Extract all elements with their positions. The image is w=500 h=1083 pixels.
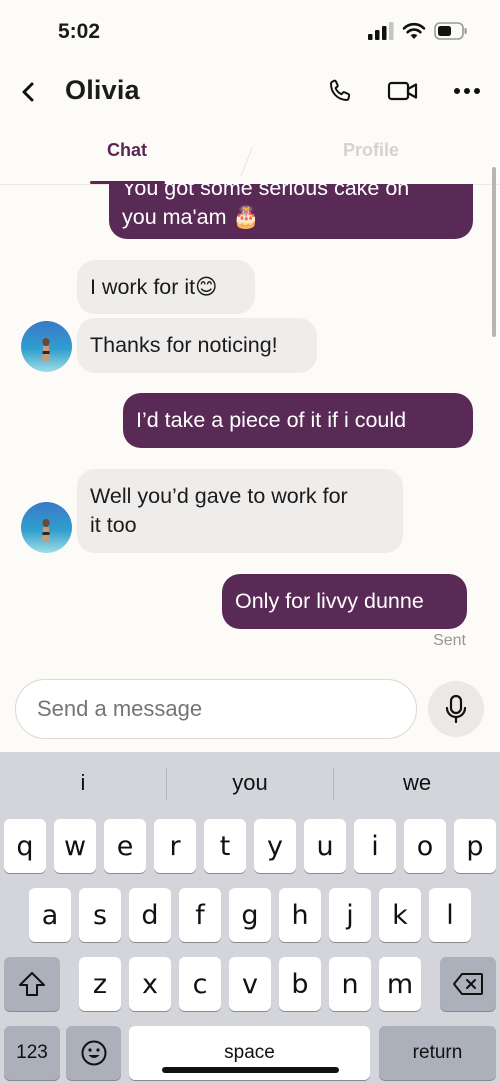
message-text-line: it too — [90, 513, 137, 537]
key-u[interactable]: u — [304, 819, 346, 873]
return-key[interactable]: return — [379, 1026, 496, 1080]
message-thread[interactable]: You got some serious cake on you ma'am 🎂… — [0, 184, 500, 660]
incoming-message[interactable]: Well you’d gave to work for it too — [77, 469, 403, 553]
incoming-message[interactable]: Thanks for noticing! — [77, 318, 317, 373]
key-w[interactable]: w — [54, 819, 96, 873]
backspace-key[interactable] — [440, 957, 496, 1011]
key-i[interactable]: i — [354, 819, 396, 873]
tab-chat[interactable]: Chat — [107, 140, 147, 161]
status-icons — [368, 22, 468, 40]
key-s[interactable]: s — [79, 888, 121, 942]
contact-avatar[interactable] — [21, 502, 72, 553]
key-c[interactable]: c — [179, 957, 221, 1011]
key-h[interactable]: h — [279, 888, 321, 942]
message-composer — [0, 662, 500, 752]
outgoing-message[interactable]: You got some serious cake on you ma'am 🎂 — [109, 184, 473, 239]
tab-divider — [240, 146, 253, 178]
voice-call-button[interactable] — [323, 74, 357, 108]
more-horizontal-icon — [454, 88, 480, 94]
key-o[interactable]: o — [404, 819, 446, 873]
suggestion-2[interactable]: you — [167, 752, 333, 814]
key-y[interactable]: y — [254, 819, 296, 873]
outgoing-message[interactable]: Only for livvy dunne — [222, 574, 467, 629]
key-j[interactable]: j — [329, 888, 371, 942]
emoji-key[interactable] — [66, 1026, 121, 1080]
status-bar: 5:02 — [0, 0, 500, 62]
phone-icon — [330, 79, 351, 101]
key-t[interactable]: t — [204, 819, 246, 873]
avatar-photo — [21, 321, 72, 372]
wifi-icon — [402, 22, 426, 39]
key-n[interactable]: n — [329, 957, 371, 1011]
key-q[interactable]: q — [4, 819, 46, 873]
key-z[interactable]: z — [79, 957, 121, 1011]
chat-header: Olivia — [0, 62, 500, 122]
message-text-line: You got some serious cake on — [122, 184, 410, 200]
cellular-signal-icon — [368, 22, 394, 40]
suggestion-3[interactable]: we — [334, 752, 500, 814]
video-call-button[interactable] — [386, 74, 420, 108]
key-m[interactable]: m — [379, 957, 421, 1011]
key-e[interactable]: e — [104, 819, 146, 873]
video-camera-icon — [387, 81, 418, 101]
chat-tabs: Chat Profile — [0, 126, 500, 185]
home-indicator[interactable] — [162, 1067, 339, 1073]
chevron-left-icon — [22, 82, 34, 102]
avatar-photo — [21, 502, 72, 553]
key-a[interactable]: a — [29, 888, 71, 942]
contact-name[interactable]: Olivia — [65, 75, 140, 106]
more-options-button[interactable] — [450, 74, 484, 108]
key-r[interactable]: r — [154, 819, 196, 873]
key-l[interactable]: l — [429, 888, 471, 942]
voice-message-button[interactable] — [428, 681, 484, 737]
incoming-message[interactable]: I work for it😊 — [77, 260, 255, 314]
suggestion-1[interactable]: i — [0, 752, 166, 814]
battery-icon — [434, 22, 467, 40]
shift-key[interactable] — [4, 957, 60, 1011]
key-k[interactable]: k — [379, 888, 421, 942]
key-p[interactable]: p — [454, 819, 496, 873]
key-f[interactable]: f — [179, 888, 221, 942]
message-text-line: Well you’d gave to work for — [90, 484, 348, 508]
message-status: Sent — [433, 632, 466, 649]
key-b[interactable]: b — [279, 957, 321, 1011]
backspace-icon — [453, 973, 483, 995]
outgoing-message[interactable]: I’d take a piece of it if i could — [123, 393, 473, 448]
scrollbar[interactable] — [492, 167, 496, 337]
status-time: 5:02 — [58, 20, 101, 43]
key-g[interactable]: g — [229, 888, 271, 942]
message-text-line: you ma'am 🎂 — [122, 205, 260, 229]
tab-profile[interactable]: Profile — [343, 140, 399, 161]
back-button[interactable] — [12, 74, 46, 110]
contact-avatar[interactable] — [21, 321, 72, 372]
key-d[interactable]: d — [129, 888, 171, 942]
shift-arrow-icon — [19, 972, 45, 996]
emoji-icon — [81, 1040, 106, 1066]
message-input[interactable] — [15, 679, 417, 739]
key-v[interactable]: v — [229, 957, 271, 1011]
key-x[interactable]: x — [129, 957, 171, 1011]
numbers-key[interactable]: 123 — [4, 1026, 60, 1080]
microphone-icon — [445, 694, 467, 724]
keyboard: i you we q w e r t y u i o p a s d f g h… — [0, 752, 500, 1083]
